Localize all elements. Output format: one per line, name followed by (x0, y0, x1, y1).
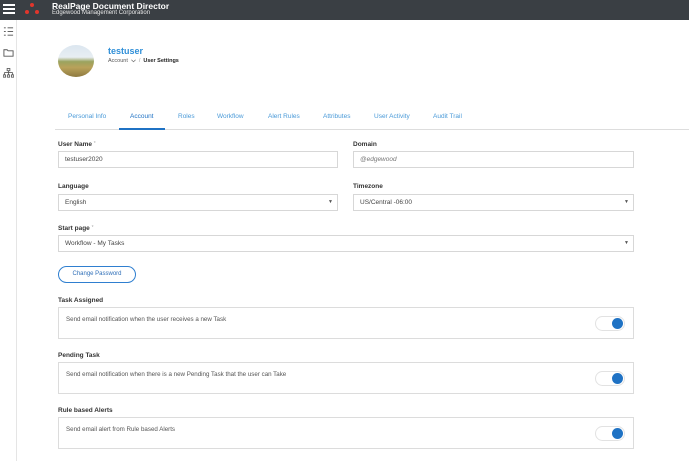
toggle-knob (612, 373, 623, 384)
task-assigned-toggle[interactable] (595, 316, 625, 331)
timezone-select[interactable]: US/Central -06:00 ▼ (353, 194, 634, 211)
caret-down-icon: ▼ (624, 199, 629, 205)
domain-field[interactable]: @edgewood (353, 151, 634, 168)
breadcrumb: Account / User Settings (108, 58, 179, 64)
rule-alerts-text: Send email alert from Rule based Alerts (66, 426, 176, 433)
language-label: Language (58, 183, 89, 190)
task-assigned-text: Send email notification when the user re… (66, 316, 227, 323)
hamburger-menu-icon[interactable] (3, 2, 15, 16)
rule-alerts-box: Send email alert from Rule based Alerts (58, 417, 634, 449)
tab-alert-rules[interactable]: Alert Rules (268, 113, 300, 120)
pending-task-text: Send email notification when there is a … (66, 371, 287, 378)
task-assigned-title: Task Assigned (58, 297, 104, 304)
profile-username: testuser (108, 46, 144, 56)
toggle-knob (612, 428, 623, 439)
left-sidebar (0, 20, 17, 461)
breadcrumb-account[interactable]: Account (108, 58, 128, 64)
tab-audit-trail[interactable]: Audit Trail (433, 113, 462, 120)
breadcrumb-user-settings: User Settings (143, 58, 179, 64)
username-label: User Name * (58, 141, 96, 148)
breadcrumb-separator: / (138, 58, 141, 64)
start-page-label: Start page * (58, 225, 94, 232)
realpage-logo-icon (25, 2, 39, 16)
toggle-knob (612, 318, 623, 329)
list-icon[interactable] (3, 26, 14, 37)
user-avatar (58, 45, 94, 77)
folder-icon[interactable] (3, 47, 14, 58)
chevron-down-icon[interactable] (131, 59, 136, 63)
org-chart-icon[interactable] (3, 68, 14, 79)
tab-personal-info[interactable]: Personal Info (68, 113, 106, 120)
pending-task-toggle[interactable] (595, 371, 625, 386)
rule-alerts-title: Rule based Alerts (58, 407, 113, 414)
timezone-value: US/Central -06:00 (360, 199, 413, 206)
domain-label: Domain (353, 141, 377, 148)
caret-down-icon: ▼ (328, 199, 333, 205)
company-name: Edgewood Management Corporation (52, 10, 151, 16)
tab-workflow[interactable]: Workflow (217, 113, 244, 120)
caret-down-icon: ▼ (624, 240, 629, 246)
tab-user-activity[interactable]: User Activity (374, 113, 410, 120)
language-value: English (65, 199, 87, 206)
tab-account[interactable]: Account (130, 113, 154, 120)
pending-task-title: Pending Task (58, 352, 100, 359)
pending-task-box: Send email notification when there is a … (58, 362, 634, 394)
change-password-button[interactable]: Change Password (58, 266, 136, 283)
top-bar: RealPage Document Director Edgewood Mana… (0, 0, 689, 20)
start-page-value: Workflow - My Tasks (65, 240, 125, 247)
task-assigned-box: Send email notification when the user re… (58, 307, 634, 339)
username-field[interactable]: testuser2020 (58, 151, 338, 168)
tab-roles[interactable]: Roles (178, 113, 195, 120)
tab-attributes[interactable]: Attributes (323, 113, 350, 120)
timezone-label: Timezone (353, 183, 383, 190)
settings-tabs: Personal Info Account Roles Workflow Ale… (55, 108, 689, 130)
active-tab-indicator (119, 128, 165, 130)
start-page-select[interactable]: Workflow - My Tasks ▼ (58, 235, 634, 252)
language-select[interactable]: English ▼ (58, 194, 338, 211)
rule-alerts-toggle[interactable] (595, 426, 625, 441)
